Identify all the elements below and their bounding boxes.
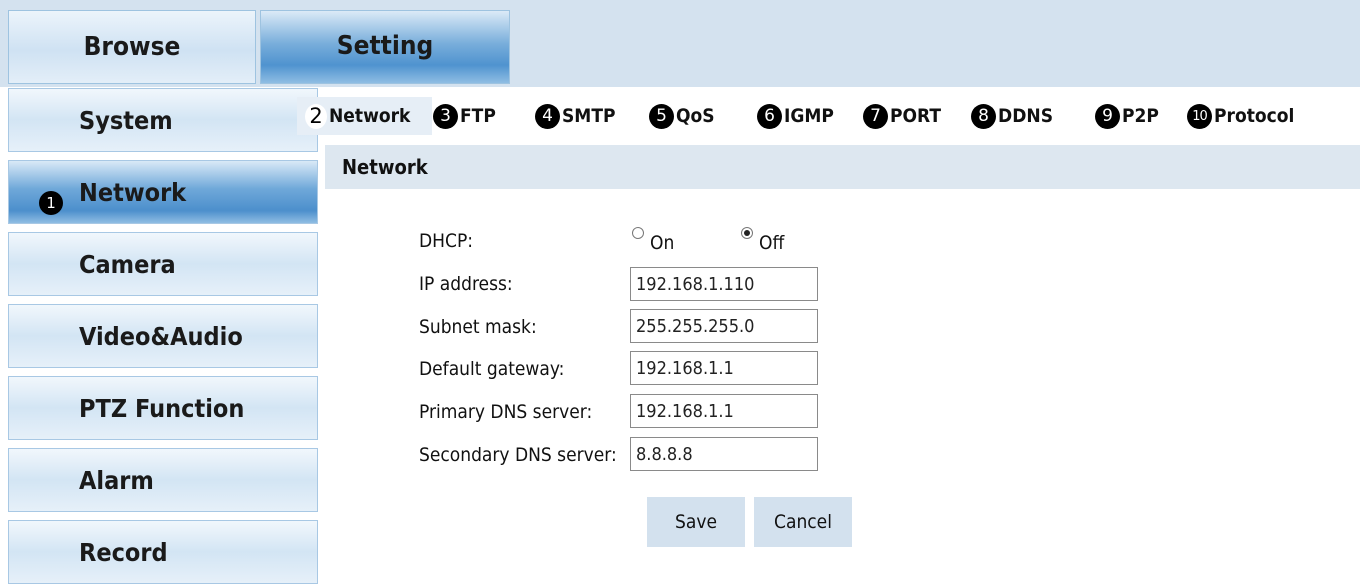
- sidebar-item-camera[interactable]: Camera: [8, 232, 318, 296]
- sidebar-item-video-audio[interactable]: Video&Audio: [8, 304, 318, 368]
- top-tab-bar: Browse Setting: [0, 0, 1360, 87]
- step-marker-10: 10: [1187, 103, 1212, 129]
- secondary-dns-field[interactable]: [630, 437, 818, 471]
- dhcp-on-option[interactable]: On: [632, 224, 674, 254]
- tab-ftp[interactable]: 3 FTP: [433, 97, 496, 135]
- primary-dns-label: Primary DNS server:: [419, 401, 593, 423]
- step-marker-1: 1: [39, 191, 63, 215]
- sub-tab-bar: 2 Network 3 FTP 4 SMTP 5 QoS 6 IGMP 7 PO…: [297, 97, 1315, 137]
- step-marker-6: 6: [757, 103, 782, 129]
- tab-port[interactable]: 7 PORT: [863, 97, 941, 135]
- subnet-mask-label: Subnet mask:: [419, 316, 537, 338]
- sidebar-item-system[interactable]: System: [8, 88, 318, 152]
- tab-label: Protocol: [1214, 105, 1295, 127]
- sidebar-item-label: System: [79, 105, 173, 135]
- tab-network[interactable]: 2 Network: [297, 97, 432, 135]
- ip-address-field[interactable]: [630, 267, 818, 301]
- tab-label: QoS: [676, 105, 715, 127]
- dhcp-off-label: Off: [759, 232, 785, 254]
- dhcp-off-option[interactable]: Off: [741, 224, 784, 254]
- tab-protocol[interactable]: 10 Protocol: [1187, 97, 1294, 135]
- tab-p2p[interactable]: 9 P2P: [1095, 97, 1159, 135]
- tab-qos[interactable]: 5 QoS: [649, 97, 715, 135]
- tab-label: IGMP: [784, 105, 834, 127]
- tab-label: FTP: [460, 105, 496, 127]
- tab-setting[interactable]: Setting: [260, 10, 510, 84]
- tab-label: PORT: [890, 105, 942, 127]
- panel-title: Network: [342, 155, 428, 179]
- step-marker-7: 7: [863, 103, 888, 129]
- tab-label: P2P: [1122, 105, 1159, 127]
- tab-label: DDNS: [998, 105, 1054, 127]
- secondary-dns-label: Secondary DNS server:: [419, 444, 617, 466]
- step-marker-3: 3: [433, 103, 458, 129]
- sidebar-item-ptz-function[interactable]: PTZ Function: [8, 376, 318, 440]
- tab-ddns[interactable]: 8 DDNS: [971, 97, 1053, 135]
- sidebar-item-label: Alarm: [79, 465, 154, 495]
- sidebar-item-label: Record: [79, 537, 168, 567]
- tab-smtp[interactable]: 4 SMTP: [535, 97, 616, 135]
- tab-label: SMTP: [562, 105, 616, 127]
- default-gateway-label: Default gateway:: [419, 358, 565, 380]
- sidebar-item-label: Camera: [79, 249, 176, 279]
- sidebar-item-label: PTZ Function: [79, 393, 245, 423]
- sidebar-item-alarm[interactable]: Alarm: [8, 448, 318, 512]
- primary-dns-field[interactable]: [630, 394, 818, 428]
- sidebar-item-record[interactable]: Record: [8, 520, 318, 584]
- sidebar-item-label: Network: [79, 177, 187, 207]
- subnet-mask-field[interactable]: [630, 309, 818, 343]
- ip-address-label: IP address:: [419, 273, 513, 295]
- default-gateway-field[interactable]: [630, 351, 818, 385]
- save-button[interactable]: Save: [647, 497, 745, 547]
- panel-header: Network: [325, 145, 1360, 189]
- step-marker-4: 4: [535, 103, 560, 129]
- dhcp-label: DHCP:: [419, 230, 474, 252]
- sidebar-item-label: Video&Audio: [79, 321, 243, 351]
- step-marker-8: 8: [971, 103, 996, 129]
- dhcp-on-label: On: [650, 232, 675, 254]
- cancel-button[interactable]: Cancel: [754, 497, 852, 547]
- tab-label: Network: [329, 105, 411, 127]
- tab-browse[interactable]: Browse: [8, 10, 256, 84]
- step-marker-9: 9: [1095, 103, 1120, 129]
- sidebar-item-network[interactable]: 1 Network: [8, 160, 318, 224]
- tab-igmp[interactable]: 6 IGMP: [757, 97, 834, 135]
- step-marker-5: 5: [649, 103, 674, 129]
- dhcp-off-radio[interactable]: [741, 227, 753, 239]
- dhcp-on-radio[interactable]: [632, 227, 644, 239]
- step-marker-2: 2: [305, 103, 327, 129]
